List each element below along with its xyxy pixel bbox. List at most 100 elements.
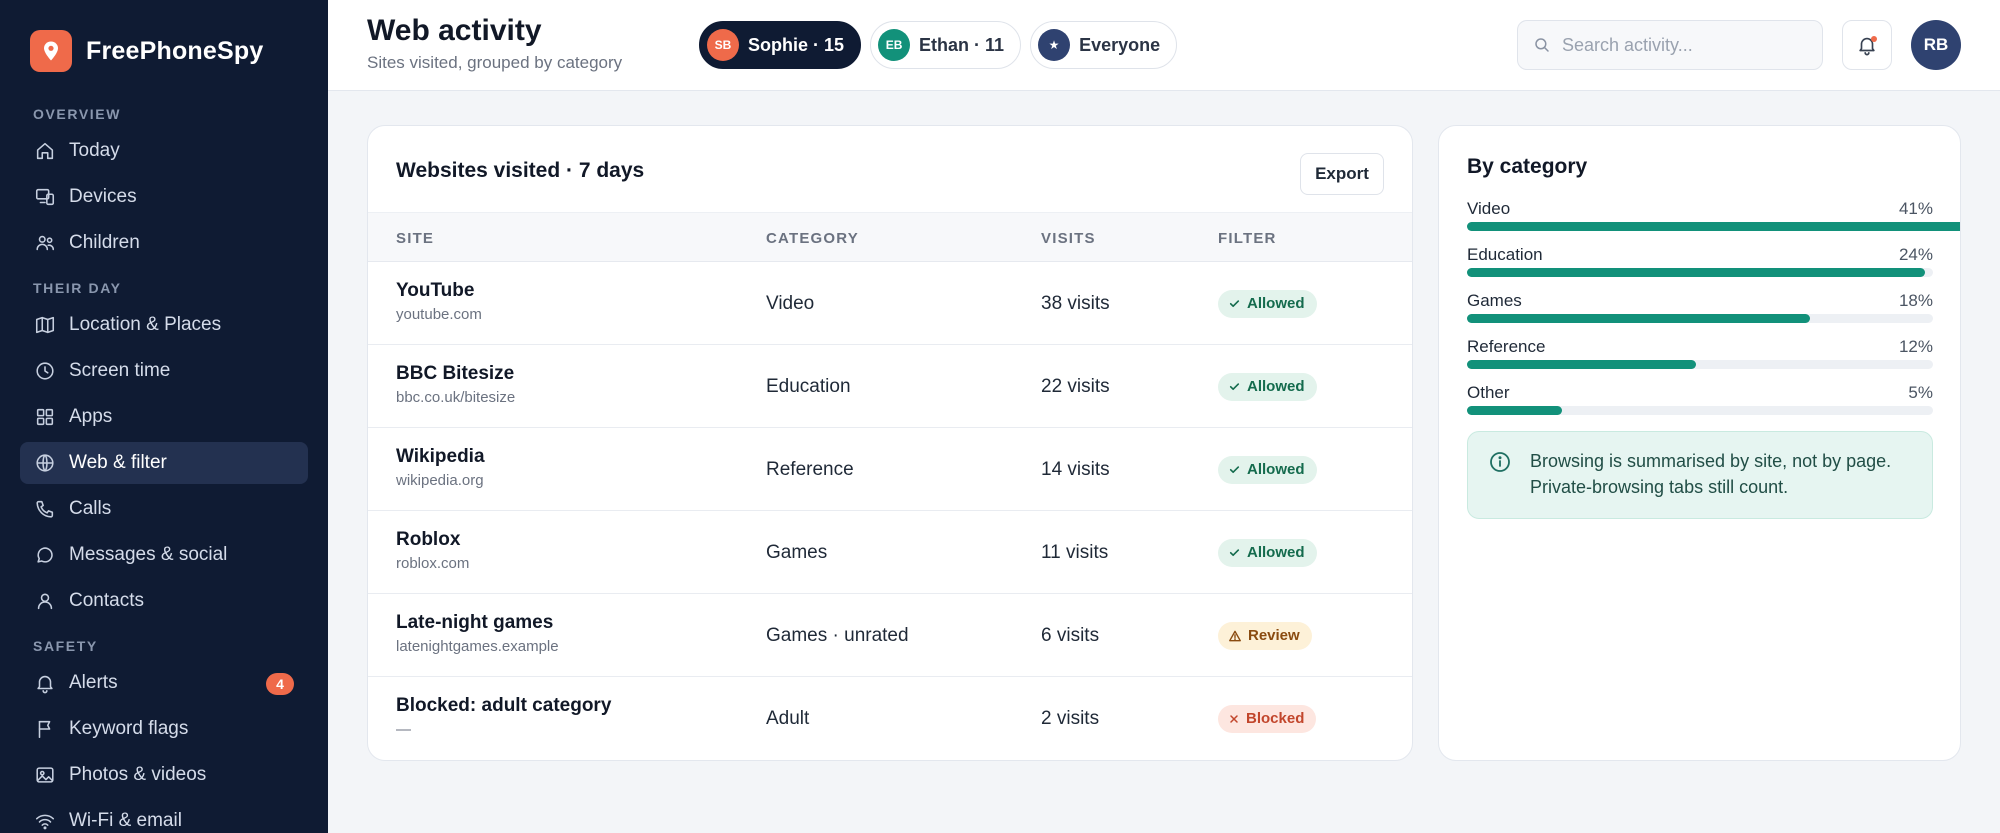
category-percent: 24% bbox=[1898, 245, 1933, 264]
site-domain: wikipedia.org bbox=[396, 472, 484, 489]
sidebar-item-label: Contacts bbox=[69, 590, 144, 611]
map-icon bbox=[33, 313, 57, 337]
category-label: Other bbox=[1467, 383, 1510, 402]
sidebar-item-devices[interactable]: Devices bbox=[20, 176, 308, 218]
export-button[interactable]: Export bbox=[1300, 153, 1384, 195]
child-tab-everyone[interactable]: ★ Everyone bbox=[1030, 21, 1178, 69]
table-row[interactable]: Roblox roblox.com Games 11 visits Allowed bbox=[368, 511, 1412, 594]
site-domain: bbc.co.uk/bitesize bbox=[396, 389, 516, 406]
sidebar-item-today[interactable]: Today bbox=[20, 130, 308, 172]
category-row-video: Video 41% bbox=[1467, 199, 1960, 239]
site-category: Education bbox=[766, 375, 851, 397]
table-row[interactable]: BBC Bitesize bbc.co.uk/bitesize Education 2… bbox=[368, 345, 1412, 428]
topbar: Web activity Sites visited, grouped by c… bbox=[328, 0, 2000, 91]
table-row[interactable]: Blocked: adult category — Adult 2 visits Blo… bbox=[368, 677, 1412, 760]
table-row[interactable]: Late-night games latenightgames.example Ga… bbox=[368, 594, 1412, 677]
filter-status-label: Allowed bbox=[1247, 295, 1305, 312]
sidebar-item-label: Apps bbox=[69, 406, 113, 427]
table-row[interactable]: Wikipedia wikipedia.org Reference 14 visits… bbox=[368, 428, 1412, 511]
site-domain: latenightgames.example bbox=[396, 638, 559, 655]
info-icon bbox=[1488, 450, 1512, 479]
sidebar-item-screen-time[interactable]: Screen time bbox=[20, 350, 308, 392]
sidebar-item-label: Alerts bbox=[69, 672, 118, 693]
filter-status-badge[interactable]: Review bbox=[1218, 621, 1312, 650]
child-tab-ethan[interactable]: EB Ethan · 11 bbox=[870, 21, 1022, 69]
site-domain: roblox.com bbox=[396, 555, 470, 572]
sidebar-item-wi-fi-email[interactable]: Wi-Fi & email bbox=[20, 800, 308, 833]
category-percent: 41% bbox=[1898, 199, 1933, 218]
column-header-filter[interactable]: FILTER bbox=[1218, 213, 1277, 263]
sidebar-item-children[interactable]: Children bbox=[20, 222, 308, 264]
filter-cell: Allowed bbox=[1218, 428, 1317, 511]
site-visits: 6 visits bbox=[1041, 624, 1100, 646]
sidebar-item-label: Today bbox=[69, 140, 120, 161]
brand[interactable]: FreePhoneSpy bbox=[30, 30, 263, 72]
category-row-games: Games 18% bbox=[1467, 291, 1933, 331]
info-note: Browsing is summarised by site, not by p… bbox=[1467, 431, 1933, 519]
column-header-category[interactable]: CATEGORY bbox=[766, 213, 859, 263]
user-avatar[interactable]: RB bbox=[1911, 20, 1961, 70]
filter-status-badge[interactable]: Blocked bbox=[1218, 704, 1317, 733]
devices-icon bbox=[33, 185, 57, 209]
column-header-site[interactable]: SITE bbox=[396, 213, 434, 263]
sidebar-item-contacts[interactable]: Contacts bbox=[20, 580, 308, 622]
sidebar-item-web-filter[interactable]: Web & filter bbox=[20, 442, 308, 484]
chat-bubble-icon bbox=[33, 543, 57, 567]
sidebar-item-keyword-flags[interactable]: Keyword flags bbox=[20, 708, 308, 750]
flag-icon bbox=[33, 717, 57, 741]
clock-icon bbox=[33, 359, 57, 383]
category-bar-track bbox=[1467, 314, 1933, 323]
site-name: Late-night games bbox=[396, 612, 554, 633]
site-category: Video bbox=[766, 292, 815, 314]
category-card-title: By category bbox=[1467, 155, 1588, 178]
filter-status-label: Blocked bbox=[1246, 710, 1305, 727]
apps-grid-icon bbox=[33, 405, 57, 429]
child-avatar: ★ bbox=[1038, 29, 1071, 61]
x-icon bbox=[1230, 714, 1238, 723]
site-category: Games · unrated bbox=[766, 624, 909, 646]
child-tab-sophie[interactable]: SB Sophie · 15 bbox=[699, 21, 862, 69]
filter-status-badge[interactable]: Allowed bbox=[1218, 538, 1317, 567]
sidebar-item-label: Keyword flags bbox=[69, 718, 189, 739]
site-visits: 14 visits bbox=[1041, 458, 1110, 480]
websites-card: Websites visited · 7 days Export SITE CA… bbox=[367, 125, 1413, 761]
site-name: Blocked: adult category bbox=[396, 695, 612, 716]
notification-dot bbox=[1871, 36, 1877, 42]
sidebar-item-label: Wi-Fi & email bbox=[69, 810, 182, 831]
sidebar-item-photos-videos[interactable]: Photos & videos bbox=[20, 754, 308, 796]
child-selector: SB Sophie · 15 EB Ethan · 11 ★ Everyone bbox=[699, 21, 1186, 69]
sidebar-item-calls[interactable]: Calls bbox=[20, 488, 308, 530]
child-avatar: SB bbox=[707, 29, 739, 61]
page-title: Web activity bbox=[367, 14, 542, 47]
sidebar-item-messages-social[interactable]: Messages & social bbox=[20, 534, 308, 576]
child-tab-label: Sophie · 15 bbox=[748, 34, 845, 55]
category-label: Video bbox=[1467, 199, 1511, 218]
category-row-education: Education 24% bbox=[1467, 245, 1933, 285]
sidebar-item-alerts[interactable]: Alerts 4 bbox=[20, 662, 308, 704]
table-row[interactable]: YouTube youtube.com Video 38 visits Allowed bbox=[368, 262, 1412, 345]
site-visits: 22 visits bbox=[1041, 375, 1110, 397]
filter-status-badge[interactable]: Allowed bbox=[1218, 372, 1317, 401]
notifications-button[interactable] bbox=[1842, 20, 1892, 70]
search-box[interactable] bbox=[1517, 20, 1823, 70]
search-input[interactable] bbox=[1562, 34, 1802, 56]
category-label: Education bbox=[1467, 245, 1543, 264]
check-icon bbox=[1229, 300, 1240, 308]
child-tab-label: Everyone bbox=[1079, 34, 1161, 55]
column-header-visits[interactable]: VISITS bbox=[1041, 213, 1096, 263]
category-bar-fill bbox=[1467, 268, 1925, 277]
sidebar-item-label: Photos & videos bbox=[69, 764, 207, 785]
sidebar-item-apps[interactable]: Apps bbox=[20, 396, 308, 438]
check-icon bbox=[1229, 383, 1240, 391]
page-subtitle: Sites visited, grouped by category bbox=[367, 53, 623, 72]
location-pin-logo-icon bbox=[30, 30, 72, 72]
filter-status-badge[interactable]: Allowed bbox=[1218, 455, 1317, 484]
wifi-icon bbox=[33, 809, 57, 833]
sidebar-item-label: Location & Places bbox=[69, 314, 222, 335]
filter-status-badge[interactable]: Allowed bbox=[1218, 289, 1317, 318]
category-bar-fill bbox=[1467, 314, 1811, 323]
nav-section-safety: SAFETY bbox=[33, 638, 98, 654]
category-card: By category Video 41% Education 24% Games 18%… bbox=[1438, 125, 1961, 761]
image-icon bbox=[33, 763, 57, 787]
sidebar-item-location-places[interactable]: Location & Places bbox=[20, 304, 308, 346]
